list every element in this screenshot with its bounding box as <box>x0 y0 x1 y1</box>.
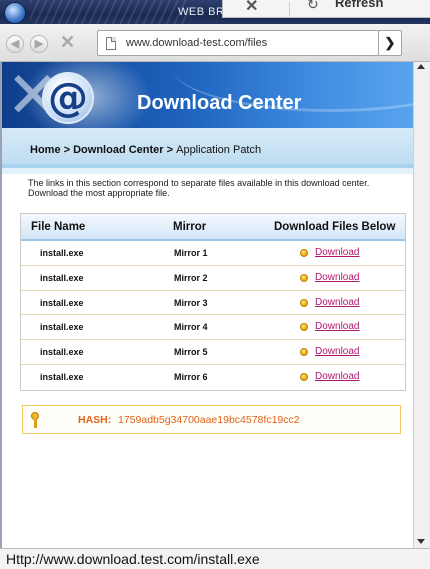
breadcrumb-separator: > <box>60 144 74 156</box>
page-viewport: ✕ @ Download Center Home > Download Cent… <box>0 62 413 548</box>
navigation-bar: ◀ ▶ ✕ www.download-test.com/files ❯ <box>0 24 430 62</box>
refresh-icon[interactable]: ↻ <box>307 0 319 13</box>
file-name-cell: install.exe <box>40 347 84 358</box>
address-text[interactable]: www.download-test.com/files <box>126 37 267 49</box>
breadcrumb-current: Application Patch <box>176 144 262 156</box>
title-bar: WEB BR ✕ ↻ Refresh <box>0 0 430 24</box>
close-tab-icon[interactable]: ✕ <box>245 0 258 16</box>
mirror-cell: Mirror 4 <box>174 322 208 333</box>
table-row: install.exe Mirror 6 Download <box>21 364 405 390</box>
mirror-cell: Mirror 2 <box>174 272 208 283</box>
intro-text: The links in this section correspond to … <box>28 178 370 198</box>
download-link-mirror-5[interactable]: Download <box>315 346 359 357</box>
back-button[interactable]: ◀ <box>6 35 24 53</box>
mirror-cell: Mirror 6 <box>174 371 208 382</box>
vertical-scrollbar[interactable] <box>413 62 430 548</box>
intro-strip <box>2 168 413 174</box>
refresh-button[interactable]: Refresh <box>335 0 383 10</box>
column-header-file-name: File Name <box>31 221 86 233</box>
download-link-mirror-3[interactable]: Download <box>315 297 359 308</box>
table-header: File Name Mirror Download Files Below <box>21 214 405 241</box>
mirror-cell: Mirror 5 <box>174 347 208 358</box>
download-center-banner: ✕ @ Download Center <box>2 62 413 128</box>
breadcrumb-download-center[interactable]: Download Center <box>73 144 163 156</box>
download-link-mirror-4[interactable]: Download <box>315 321 359 332</box>
download-link-mirror-1[interactable]: Download <box>315 247 359 258</box>
file-name-cell: install.exe <box>40 371 84 382</box>
banner-title: Download Center <box>137 92 302 114</box>
hash-value: 1759adb5g34700aae19bc4578fc19cc2 <box>118 414 300 426</box>
scroll-down-icon[interactable] <box>417 539 425 544</box>
hash-box: HASH: 1759adb5g34700aae19bc4578fc19cc2 <box>22 405 401 434</box>
mirror-cell: Mirror 1 <box>174 248 208 258</box>
stop-button[interactable]: ✕ <box>60 32 75 53</box>
file-name-cell: install.exe <box>40 248 84 258</box>
at-sign-icon: @ <box>42 72 94 124</box>
breadcrumb-home[interactable]: Home <box>30 144 61 156</box>
page-icon <box>106 37 116 50</box>
address-bar[interactable]: www.download-test.com/files <box>97 30 379 56</box>
window-title: WEB BR <box>178 6 225 18</box>
scroll-up-icon[interactable] <box>417 64 425 69</box>
breadcrumb-trail: Home > Download Center > Application Pat… <box>30 144 261 156</box>
download-table: File Name Mirror Download Files Below in… <box>20 213 406 391</box>
column-header-download: Download Files Below <box>274 221 396 233</box>
title-bar-decoration <box>30 0 190 24</box>
hash-label: HASH: <box>78 414 112 426</box>
browser-logo-icon[interactable] <box>4 2 26 24</box>
file-name-cell: install.exe <box>40 297 84 308</box>
download-link-mirror-6[interactable]: Download <box>315 371 359 382</box>
mirror-cell: Mirror 3 <box>174 297 208 308</box>
status-url-text: Http://www.download.test.com/install.exe <box>6 551 260 567</box>
table-row: install.exe Mirror 3 Download <box>21 290 405 316</box>
breadcrumb-separator: > <box>163 144 177 156</box>
key-icon <box>29 412 41 428</box>
table-row: install.exe Mirror 5 Download <box>21 340 405 365</box>
go-button[interactable]: ❯ <box>378 30 402 56</box>
title-control-panel: ✕ ↻ Refresh <box>222 0 430 18</box>
file-name-cell: install.exe <box>40 272 84 283</box>
bullet-icon <box>300 323 308 332</box>
download-link-mirror-2[interactable]: Download <box>315 272 359 283</box>
column-header-mirror: Mirror <box>173 221 207 233</box>
forward-button[interactable]: ▶ <box>30 35 48 53</box>
table-row: install.exe Mirror 4 Download <box>21 315 405 341</box>
bullet-icon <box>300 298 308 307</box>
bullet-icon <box>300 273 308 282</box>
bullet-icon <box>300 348 308 357</box>
table-row: install.exe Mirror 1 Download <box>21 241 405 266</box>
bullet-icon <box>300 249 308 257</box>
breadcrumb: Home > Download Center > Application Pat… <box>2 128 413 168</box>
status-bar: Http://www.download.test.com/install.exe <box>0 548 430 569</box>
table-row: install.exe Mirror 2 Download <box>21 265 405 291</box>
file-name-cell: install.exe <box>40 322 84 333</box>
panel-divider <box>289 2 290 16</box>
bullet-icon <box>300 372 308 381</box>
